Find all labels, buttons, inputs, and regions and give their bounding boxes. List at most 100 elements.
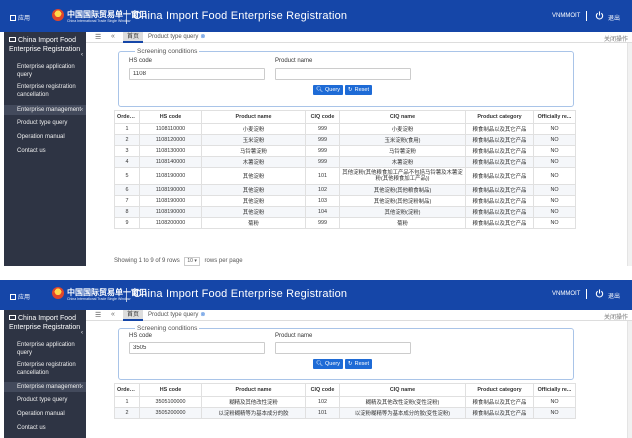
col-product-name[interactable]: Product name xyxy=(201,383,306,397)
sidebar-item-registration-cancellation[interactable]: Enterprise registration cancellation xyxy=(4,361,86,377)
tab-product-type-query[interactable]: Product type query ⊗ xyxy=(144,32,209,43)
tab-home[interactable]: 首页 xyxy=(123,310,144,321)
search-icon: 🔍︎ xyxy=(316,361,323,367)
sidebar-item-registration-cancellation[interactable]: Enterprise registration cancellation xyxy=(4,83,86,99)
cell-order: 9 xyxy=(114,217,140,229)
screening-conditions: Screening conditions HS code Product nam… xyxy=(118,325,574,380)
query-button[interactable]: 🔍︎ Query xyxy=(313,85,343,95)
col-ciq-code[interactable]: CIQ code xyxy=(305,383,340,397)
hs-code-input[interactable] xyxy=(129,342,265,354)
close-icon[interactable]: ⊗ xyxy=(200,312,205,318)
double-left-icon[interactable]: « xyxy=(111,33,115,40)
table-row[interactable]: 8 1108190000 其他淀粉 104 其他淀粉(淀粉) 粮食制品以及其它产品 NO xyxy=(114,206,576,218)
table-row[interactable]: 1 3505100000 糊精及其他改性淀粉 102 糊精及其他改性淀粉(变性淀粉) 粮食… xyxy=(114,396,576,408)
cell-product-name: 以淀粉糊精等为基本成分的胶 xyxy=(201,407,306,419)
table-row[interactable]: 9 1108200000 菊粉 999 菊粉 粮食制品以及其它产品 NO xyxy=(114,217,576,229)
tab-product-type-query[interactable]: Product type query ⊗ xyxy=(144,310,209,321)
double-left-icon[interactable]: « xyxy=(111,311,115,318)
col-officially-registered[interactable]: Officially re... xyxy=(533,383,576,397)
reset-button[interactable]: ↻ Reset xyxy=(345,359,372,369)
col-order[interactable]: Order ... xyxy=(114,110,140,124)
cell-order: 2 xyxy=(114,134,140,146)
sidebar-item-application-query[interactable]: Enterprise application query xyxy=(4,63,86,79)
table-row[interactable]: 2 1108120000 玉米淀粉 999 玉米淀粉(食用) 粮食制品以及其它产品 NO xyxy=(114,134,576,146)
col-hs-code[interactable]: HS code xyxy=(139,383,202,397)
cell-ciq-code: 102 xyxy=(305,184,340,196)
sidebar-item-contact-us[interactable]: Contact us xyxy=(4,424,86,432)
logout-link[interactable]: 退出 xyxy=(608,13,620,22)
cell-product-name: 马铃薯淀粉 xyxy=(201,145,306,157)
sidebar-title: China Import Food Enterprise Registratio… xyxy=(9,315,81,331)
cell-hs-code: 1108190000 xyxy=(139,184,202,196)
apps-menu[interactable]: 应用 xyxy=(10,292,30,301)
divider xyxy=(586,289,587,299)
sidebar-item-contact-us[interactable]: Contact us xyxy=(4,147,86,155)
cell-hs-code: 3505100000 xyxy=(139,396,202,408)
screening-conditions: Screening conditions HS code Product nam… xyxy=(118,48,574,107)
table-row[interactable]: 3 1108130000 马铃薯淀粉 999 马铃薯淀粉 粮食制品以及其它产品 NO xyxy=(114,145,576,157)
chevron-left-icon[interactable]: ‹ xyxy=(81,52,83,58)
cell-product-category: 粮食制品以及其它产品 xyxy=(465,156,534,168)
table-row[interactable]: 4 1108140000 木薯淀粉 999 木薯淀粉 粮食制品以及其它产品 NO xyxy=(114,156,576,168)
col-ciq-name[interactable]: CIQ name xyxy=(339,110,466,124)
power-icon[interactable] xyxy=(595,11,604,20)
col-product-category[interactable]: Product category xyxy=(465,383,534,397)
scrollbar[interactable] xyxy=(627,43,632,266)
table-row[interactable]: 1 1108110000 小麦淀粉 999 小麦淀粉 粮食制品以及其它产品 NO xyxy=(114,123,576,135)
col-order[interactable]: Order ... xyxy=(114,383,140,397)
close-ops-menu[interactable]: 关闭操作 xyxy=(604,34,628,43)
sidebar-item-enterprise-management[interactable]: Enterprise management ‹ xyxy=(4,382,86,392)
cell-officially-registered: NO xyxy=(533,123,576,135)
product-name-input[interactable] xyxy=(275,342,411,354)
col-hs-code[interactable]: HS code xyxy=(139,110,202,124)
scrollbar[interactable] xyxy=(627,321,632,438)
cell-product-name: 其他淀粉 xyxy=(201,184,306,196)
col-product-name[interactable]: Product name xyxy=(201,110,306,124)
cell-officially-registered: NO xyxy=(533,184,576,196)
product-name-input[interactable] xyxy=(275,68,411,80)
tab-bar: ☰ « 首页 Product type query ⊗ 关闭操作 xyxy=(86,32,632,43)
col-ciq-code[interactable]: CIQ code xyxy=(305,110,340,124)
cell-ciq-name: 小麦淀粉 xyxy=(339,123,466,135)
divider xyxy=(586,11,587,21)
cell-product-name: 玉米淀粉 xyxy=(201,134,306,146)
sidebar-item-operation-manual[interactable]: Operation manual xyxy=(4,410,86,418)
apps-menu[interactable]: 应用 xyxy=(10,13,30,22)
page-size-select[interactable]: 10 ▾ xyxy=(184,257,200,266)
sidebar-item-enterprise-management[interactable]: Enterprise management ‹ xyxy=(4,105,86,115)
sidebar-item-product-type-query[interactable]: Product type query xyxy=(4,119,86,127)
sidebar-item-application-query[interactable]: Enterprise application query xyxy=(4,341,86,357)
cell-hs-code: 1108130000 xyxy=(139,145,202,157)
screenshot-gap xyxy=(0,266,632,280)
table-row[interactable]: 7 1108190000 其他淀粉 103 其他淀粉(其他淀粉制品) 粮食制品以及其它产品… xyxy=(114,195,576,207)
cell-order: 7 xyxy=(114,195,140,207)
cell-product-name: 其他淀粉 xyxy=(201,167,306,185)
sidebar-item-operation-manual[interactable]: Operation manual xyxy=(4,133,86,141)
menu-icon[interactable]: ☰ xyxy=(95,33,101,41)
chevron-left-icon[interactable]: ‹ xyxy=(81,330,83,336)
col-product-category[interactable]: Product category xyxy=(465,110,534,124)
col-ciq-name[interactable]: CIQ name xyxy=(339,383,466,397)
cell-product-name: 菊粉 xyxy=(201,217,306,229)
cell-officially-registered: NO xyxy=(533,396,576,408)
close-icon[interactable]: ⊗ xyxy=(200,34,205,40)
product-table: Order ... HS code Product name CIQ code … xyxy=(114,110,576,229)
reset-button[interactable]: ↻ Reset xyxy=(345,85,372,95)
hs-code-input[interactable] xyxy=(129,68,265,80)
query-button[interactable]: 🔍︎ Query xyxy=(313,359,343,369)
table-row[interactable]: 2 3505200000 以淀粉糊精等为基本成分的胶 101 以淀粉糊精等为基本成分的胶… xyxy=(114,407,576,419)
sidebar-item-product-type-query[interactable]: Product type query xyxy=(4,396,86,404)
cell-officially-registered: NO xyxy=(533,407,576,419)
cell-product-category: 粮食制品以及其它产品 xyxy=(465,217,534,229)
cell-hs-code: 1108190000 xyxy=(139,167,202,185)
tab-home[interactable]: 首页 xyxy=(123,32,144,43)
cell-ciq-code: 999 xyxy=(305,156,340,168)
cell-ciq-name: 马铃薯淀粉 xyxy=(339,145,466,157)
power-icon[interactable] xyxy=(595,289,604,298)
table-row[interactable]: 6 1108190000 其他淀粉 102 其他淀粉(其他粮食制品) 粮食制品以及其它产品… xyxy=(114,184,576,196)
logout-link[interactable]: 退出 xyxy=(608,291,620,300)
table-row[interactable]: 5 1108190000 其他淀粉 101 其他淀粉(其他粮食加工产品不包括马铃薯及木薯… xyxy=(114,167,576,185)
col-officially-registered[interactable]: Officially re... xyxy=(533,110,576,124)
menu-icon[interactable]: ☰ xyxy=(95,311,101,319)
close-ops-menu[interactable]: 关闭操作 xyxy=(604,312,628,321)
